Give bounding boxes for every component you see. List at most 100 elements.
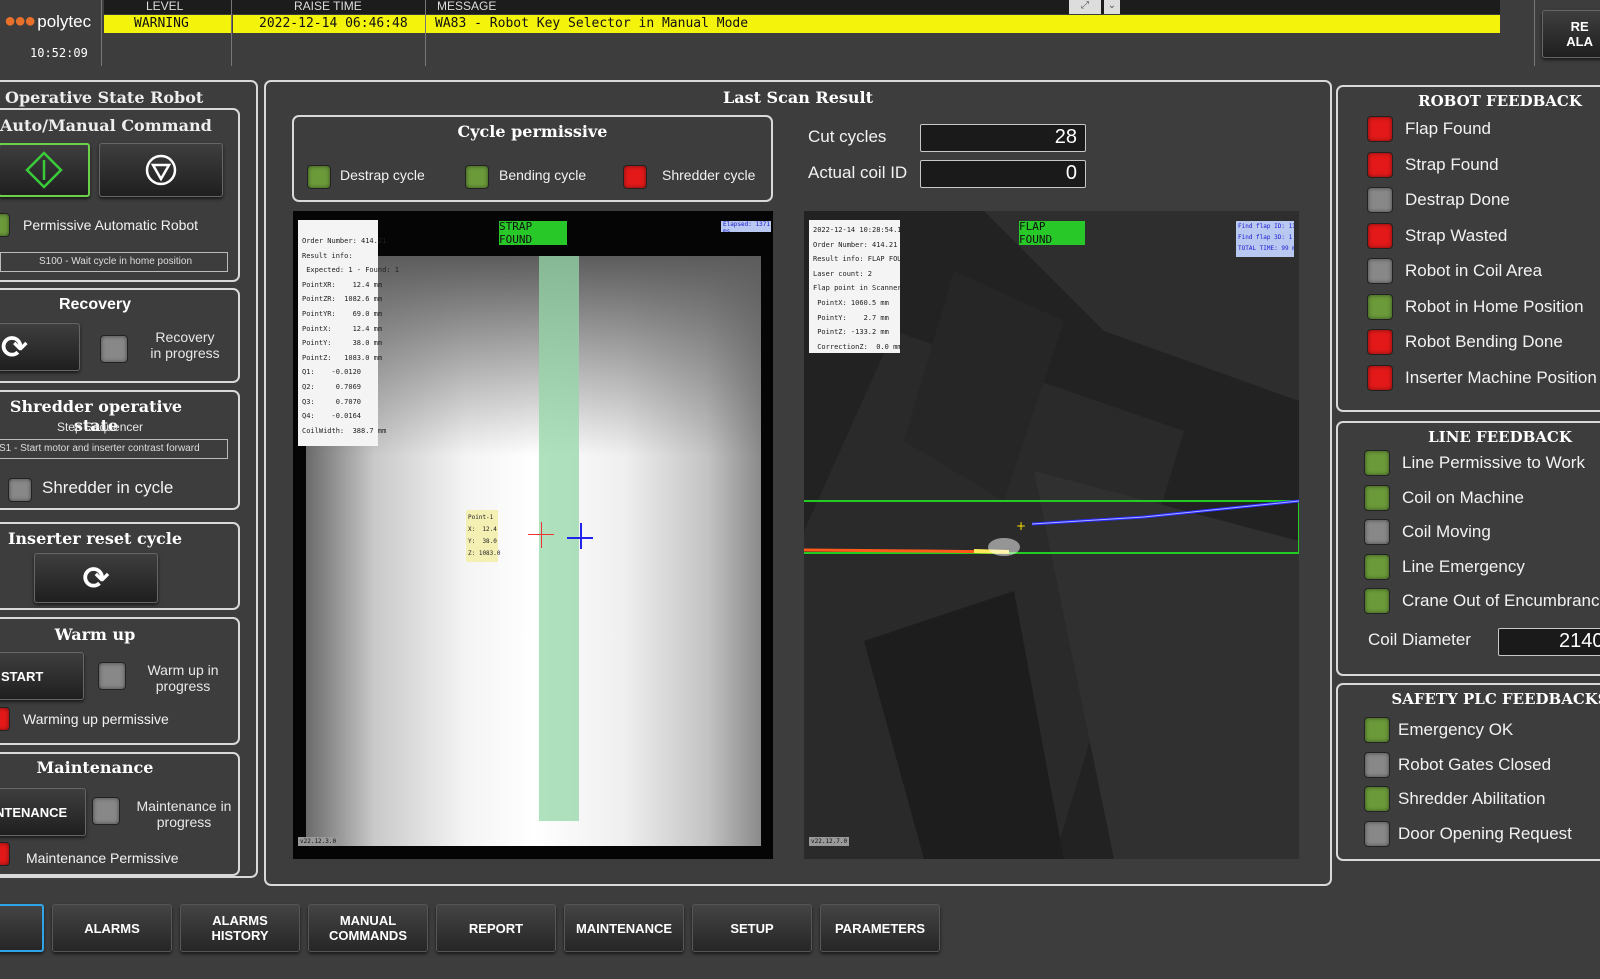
safety-feedback-led — [1364, 786, 1390, 812]
scan-result-title: Last Scan Result — [722, 88, 874, 107]
maintenance-permissive-label: Maintenance Permissive — [26, 850, 179, 866]
robot-feedback-led — [1367, 187, 1393, 213]
robot-feedback-label: Inserter Machine Position — [1405, 367, 1597, 387]
robot-feedback-label: Destrap Done — [1405, 190, 1510, 209]
warmup-title: Warm up — [54, 625, 136, 644]
shredder-cycle-label: Shredder cycle — [662, 167, 756, 183]
operative-state-title: Operative State Robot — [5, 88, 204, 107]
robot-feedback-led — [1367, 293, 1393, 320]
expand-icon[interactable]: ⤢ — [1069, 0, 1101, 14]
alarm-level: WARNING — [134, 16, 189, 31]
robot-feedback-label: Robot Bending Done — [1405, 332, 1563, 351]
line-feedback-led — [1364, 484, 1390, 511]
point-box: Point-1 X: 12.4 Y: 38.0 Z: 1083.0 — [466, 510, 501, 562]
reset-alarms-button[interactable]: RE ALA — [1542, 10, 1600, 58]
alarm-message: WA83 - Robot Key Selector in Manual Mode — [435, 16, 749, 31]
svg-text:+: + — [1016, 519, 1026, 533]
destrap-cycle-led — [307, 165, 331, 189]
robot-feedback-led — [1367, 329, 1393, 355]
line-feedback-led — [1364, 553, 1390, 580]
safety-feedback-led — [1364, 820, 1390, 847]
column-level: LEVEL — [146, 0, 184, 13]
flap-found-tag: FLAP FOUND — [1019, 220, 1085, 246]
warmup-permissive-label: Warming up permissive — [23, 711, 169, 727]
inserter-title: Inserter reset cycle — [7, 529, 183, 548]
alarm-table-header: LEVEL RAISE TIME MESSAGE ⤢ ⌄ — [104, 0, 1500, 14]
alarm-row[interactable]: WARNING 2022-12-14 06:46:48 WA83 - Robot… — [104, 15, 1500, 33]
maintenance-permissive-led — [0, 842, 10, 866]
diamond-play-icon — [25, 151, 63, 189]
header-divider — [101, 0, 102, 66]
maintenance-progress-label: Maintenance in progress — [136, 798, 232, 830]
step-sequencer-label: Step Sequencer — [56, 420, 144, 434]
line-feedback-label: Crane Out of Encumbrance — [1402, 591, 1600, 610]
robot-feedback-label: Robot in Coil Area — [1405, 261, 1543, 280]
logo: ●●● polytec — [4, 10, 92, 32]
nav-setup[interactable]: SETUP — [692, 904, 812, 952]
destrap-cycle-label: Destrap cycle — [340, 167, 425, 183]
robot-feedback-led — [1367, 364, 1393, 391]
chevron-down-icon[interactable]: ⌄ — [1104, 0, 1120, 14]
warmup-start-button[interactable]: START — [0, 652, 84, 700]
right-version-label: v22.12.7.0 — [809, 837, 850, 846]
manual-stop-button[interactable] — [99, 143, 223, 197]
robot-feedback-led — [1367, 116, 1393, 142]
column-message: MESSAGE — [437, 0, 497, 13]
cut-cycles-label: Cut cycles — [808, 127, 887, 146]
flap-result-overlay: 2022-12-14 10:28:54.152 Order Number: 41… — [809, 220, 914, 353]
robot-feedback-led — [1367, 222, 1393, 249]
maintenance-title: Maintenance — [36, 758, 154, 777]
elapsed-label: Elapsed: 1371 ms — [721, 221, 771, 232]
nav-report[interactable]: REPORT — [436, 904, 556, 952]
left-version-label: v22.12.3.0 — [298, 837, 339, 846]
line-feedback-title: LINE FEEDBACK — [1428, 428, 1572, 446]
line-feedback-label: Line Permissive to Work — [1402, 453, 1585, 472]
robot-feedback-label: Flap Found — [1405, 119, 1491, 138]
cycle-permissive-title: Cycle permissive — [457, 122, 608, 141]
permissive-auto-led — [0, 213, 10, 237]
safety-feedback-label: Robot Gates Closed — [1398, 754, 1552, 774]
strap-band — [539, 256, 579, 821]
nav-home[interactable]: E — [0, 904, 44, 952]
permissive-auto-label: Permissive Automatic Robot — [23, 217, 199, 233]
bending-cycle-label: Bending cycle — [499, 167, 587, 183]
inserter-reset-button[interactable]: ⟳ — [34, 553, 158, 603]
logo-dots-icon: ●●● — [4, 10, 36, 32]
strap-found-tag: STRAP FOUND — [499, 220, 567, 246]
strap-result-overlay: Order Number: 414.21 Result info: Expect… — [298, 220, 399, 446]
nav-maintenance[interactable]: MAINTENANCE — [564, 904, 684, 952]
shredder-in-cycle-label: Shredder in cycle — [42, 478, 174, 497]
shredder-status-box: S1 - Start motor and inserter contrast f… — [0, 439, 228, 459]
safety-feedback-led — [1364, 751, 1390, 778]
recovery-title: Recovery — [58, 296, 132, 313]
recovery-button[interactable]: ⟳ — [0, 323, 80, 371]
robot-feedback-label: Robot in Home Position — [1405, 296, 1584, 316]
auto-start-button[interactable] — [0, 143, 90, 197]
safety-feedback-label: Emergency OK — [1398, 720, 1514, 739]
robot-feedback-label: Strap Found — [1405, 154, 1499, 174]
alarm-time: 2022-12-14 06:46:48 — [259, 16, 408, 31]
coil-diameter-label: Coil Diameter — [1368, 630, 1471, 649]
line-feedback-led — [1364, 588, 1390, 614]
coil-diameter-value: 2140 — [1498, 628, 1600, 656]
warmup-progress-led — [98, 662, 126, 690]
robot-feedback-label: Strap Wasted — [1405, 225, 1508, 245]
shredder-cycle-led — [623, 165, 647, 189]
recovery-progress-led — [100, 335, 128, 363]
nav-alarms[interactable]: ALARMS — [52, 904, 172, 952]
line-feedback-label: Coil on Machine — [1402, 487, 1524, 507]
refresh-icon: ⟳ — [1, 328, 28, 365]
robot-feedback-title: ROBOT FEEDBACK — [1418, 92, 1582, 110]
nav-parameters[interactable]: PARAMETERS — [820, 904, 940, 952]
bending-cycle-led — [465, 165, 489, 189]
warmup-progress-label: Warm up in progress — [147, 662, 219, 694]
clock: 10:52:09 — [30, 46, 88, 60]
nav-manual-commands[interactable]: MANUAL COMMANDS — [308, 904, 428, 952]
safety-feedback-label: Door Opening Request — [1398, 823, 1572, 843]
flap-scan-image: + FLAP FOUND Find flap ID: 11 ms Find fl… — [804, 211, 1299, 859]
safety-feedback-label: Shredder Abilitation — [1398, 789, 1546, 808]
maintenance-button[interactable]: NTENANCE — [0, 788, 86, 836]
line-feedback-led — [1364, 519, 1390, 545]
nav-alarms-history[interactable]: ALARMS HISTORY — [180, 904, 300, 952]
stop-octagon-icon — [145, 154, 177, 186]
